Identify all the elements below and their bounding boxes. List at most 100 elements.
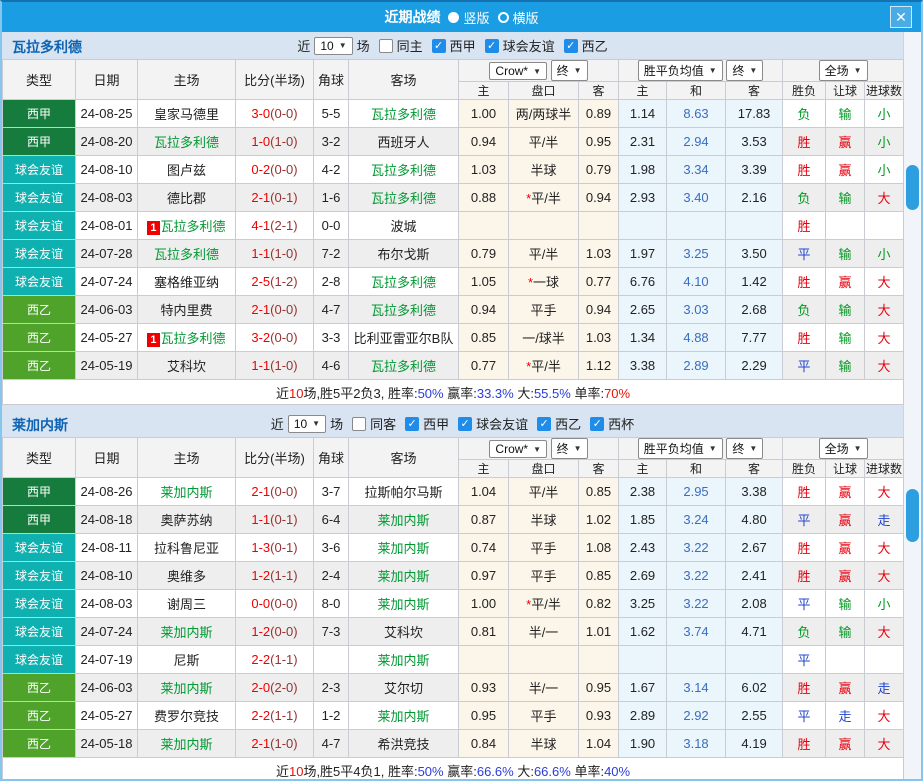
match-date: 24-05-27 (75, 323, 138, 352)
match-score: 3-2(0-0) (235, 323, 314, 352)
league-checkbox-label[interactable]: 西乙 (555, 414, 581, 433)
away-team: 瓦拉多利德 (348, 267, 459, 296)
avg-away-odds: 2.67 (725, 533, 784, 562)
avg-draw-odds: 3.18 (666, 729, 727, 758)
same-venue-checkbox-label[interactable]: 同主 (397, 36, 423, 55)
odds-final-select[interactable]: 终 ▼ (550, 60, 588, 81)
match-score: 1-3(0-1) (235, 533, 314, 562)
league-checkbox[interactable]: ✓ (405, 416, 420, 431)
home-odds: 0.87 (458, 505, 509, 534)
match-score: 1-0(1-0) (235, 127, 314, 156)
league-badge: 西乙 (2, 673, 76, 702)
summary-segment: 50% (417, 763, 444, 779)
same-venue-checkbox-label[interactable]: 同客 (370, 414, 396, 433)
fulltime-score: 1-1 (251, 246, 271, 261)
same-venue-checkbox[interactable] (378, 38, 393, 53)
chevron-down-icon: ▼ (749, 444, 758, 453)
close-icon[interactable]: ✕ (890, 6, 912, 28)
home-team: 拉科鲁尼亚 (137, 533, 236, 562)
league-badge: 西乙 (2, 701, 76, 730)
scrollbar-thumb[interactable] (906, 165, 919, 210)
league-checkbox-label[interactable]: 西甲 (423, 414, 449, 433)
corner-count: 5-5 (313, 99, 349, 128)
same-venue-checkbox[interactable] (352, 416, 367, 431)
halftime-score: (0-1) (270, 540, 298, 555)
avg-home-odds: 2.31 (618, 127, 668, 156)
odds-source-select[interactable]: Crow* ▼ (489, 62, 548, 80)
league-checkbox[interactable]: ✓ (563, 38, 578, 53)
avg-away-odds: 2.16 (725, 183, 784, 212)
avg-final-select[interactable]: 终 ▼ (726, 60, 764, 81)
corner-count: 3-2 (313, 127, 349, 156)
match-count-select[interactable]: 10 ▼ (287, 414, 327, 433)
corner-count: 3-3 (313, 323, 349, 352)
league-checkbox[interactable]: ✓ (590, 416, 605, 431)
scrollbar[interactable] (903, 32, 921, 779)
league-checkbox[interactable]: ✓ (537, 416, 552, 431)
scope-select[interactable]: 全场 ▼ (818, 438, 868, 459)
avg-final-select[interactable]: 终 ▼ (726, 438, 764, 459)
league-checkbox[interactable]: ✓ (431, 38, 446, 53)
avg-odds-select[interactable]: 胜平负均值 ▼ (637, 60, 723, 81)
home-team-name: 莱加内斯 (160, 485, 213, 500)
home-team: 谢周三 (137, 589, 236, 618)
halftime-score: (0-0) (270, 302, 298, 317)
result-outcome: 胜 (782, 561, 827, 590)
result-handicap: 赢 (825, 505, 866, 534)
home-odds: 0.93 (458, 673, 509, 702)
result-goals: 大 (864, 267, 905, 296)
avg-home-odds: 1.62 (618, 617, 668, 646)
league-checkbox[interactable]: ✓ (484, 38, 499, 53)
result-handicap (825, 645, 866, 674)
league-checkbox-label[interactable]: 西甲 (450, 36, 476, 55)
halftime-score: (1-2) (270, 274, 298, 289)
away-odds: 1.08 (577, 533, 620, 562)
league-checkbox[interactable]: ✓ (458, 416, 473, 431)
odds-source-select[interactable]: Crow* ▼ (489, 440, 548, 458)
scope-select[interactable]: 全场 ▼ (818, 60, 868, 81)
match-row: 球会友谊 24-08-10 奥维多 1-2(1-1) 2-4 莱加内斯 0.97 平手 0.85… (2, 561, 905, 590)
home-odds: 1.05 (458, 267, 509, 296)
home-team: 瓦拉多利德 (137, 127, 236, 156)
horizontal-layout-label[interactable]: 横版 (513, 8, 539, 27)
vertical-layout-label[interactable]: 竖版 (463, 8, 489, 27)
league-checkbox-label[interactable]: 球会友谊 (503, 36, 555, 55)
league-checkbox-label[interactable]: 西杯 (608, 414, 634, 433)
avg-away-odds: 1.42 (725, 267, 784, 296)
avg-draw-odds: 3.03 (666, 295, 727, 324)
home-team: 奥萨苏纳 (137, 505, 236, 534)
odds-final-select[interactable]: 终 ▼ (550, 438, 588, 459)
avg-odds-select[interactable]: 胜平负均值 ▼ (637, 438, 723, 459)
avg-away-odds: 2.08 (725, 589, 784, 618)
avg-draw-odds: 3.22 (666, 589, 727, 618)
home-team-name: 奥维多 (166, 569, 206, 584)
away-team-name: 莱加内斯 (377, 597, 430, 612)
home-team-name: 瓦拉多利德 (160, 219, 226, 234)
match-row: 球会友谊 24-08-03 德比郡 2-1(0-1) 1-6 瓦拉多利德 0.88 *平/半 0… (2, 183, 905, 212)
result-outcome: 胜 (782, 673, 827, 702)
league-checkbox-label[interactable]: 西乙 (582, 36, 608, 55)
away-team: 拉斯帕尔马斯 (348, 477, 459, 506)
horizontal-layout-radio[interactable] (497, 11, 509, 23)
handicap-text: 平手 (530, 709, 557, 724)
away-odds (577, 211, 620, 240)
match-row: 球会友谊 24-07-24 塞格维亚纳 2-5(1-2) 2-8 瓦拉多利德 1.05 *一球… (2, 267, 905, 296)
league-checkbox-label[interactable]: 球会友谊 (476, 414, 528, 433)
home-team-name: 艾科坎 (166, 359, 206, 374)
match-row: 西乙 24-05-18 莱加内斯 2-1(1-0) 4-7 希洪竞技 0.84 半球 1.04 1… (2, 729, 905, 758)
scrollbar-thumb[interactable] (906, 489, 919, 542)
avg-home-odds: 1.14 (618, 99, 668, 128)
avg-away-odds: 7.77 (725, 323, 784, 352)
result-handicap: 输 (825, 183, 866, 212)
home-team-name: 图卢兹 (166, 163, 206, 178)
avg-draw-odds: 3.24 (666, 505, 727, 534)
match-count-select[interactable]: 10 ▼ (314, 36, 353, 55)
result-goals: 大 (864, 183, 905, 212)
match-score: 1-1(1-0) (235, 239, 314, 268)
handicap-line: *平/半 (508, 351, 579, 380)
league-badge: 西甲 (2, 99, 76, 128)
avg-away-odds: 2.68 (725, 295, 784, 324)
fulltime-score: 2-1 (251, 484, 271, 499)
team-name: 莱加内斯 (12, 417, 68, 433)
vertical-layout-radio[interactable] (448, 11, 460, 23)
